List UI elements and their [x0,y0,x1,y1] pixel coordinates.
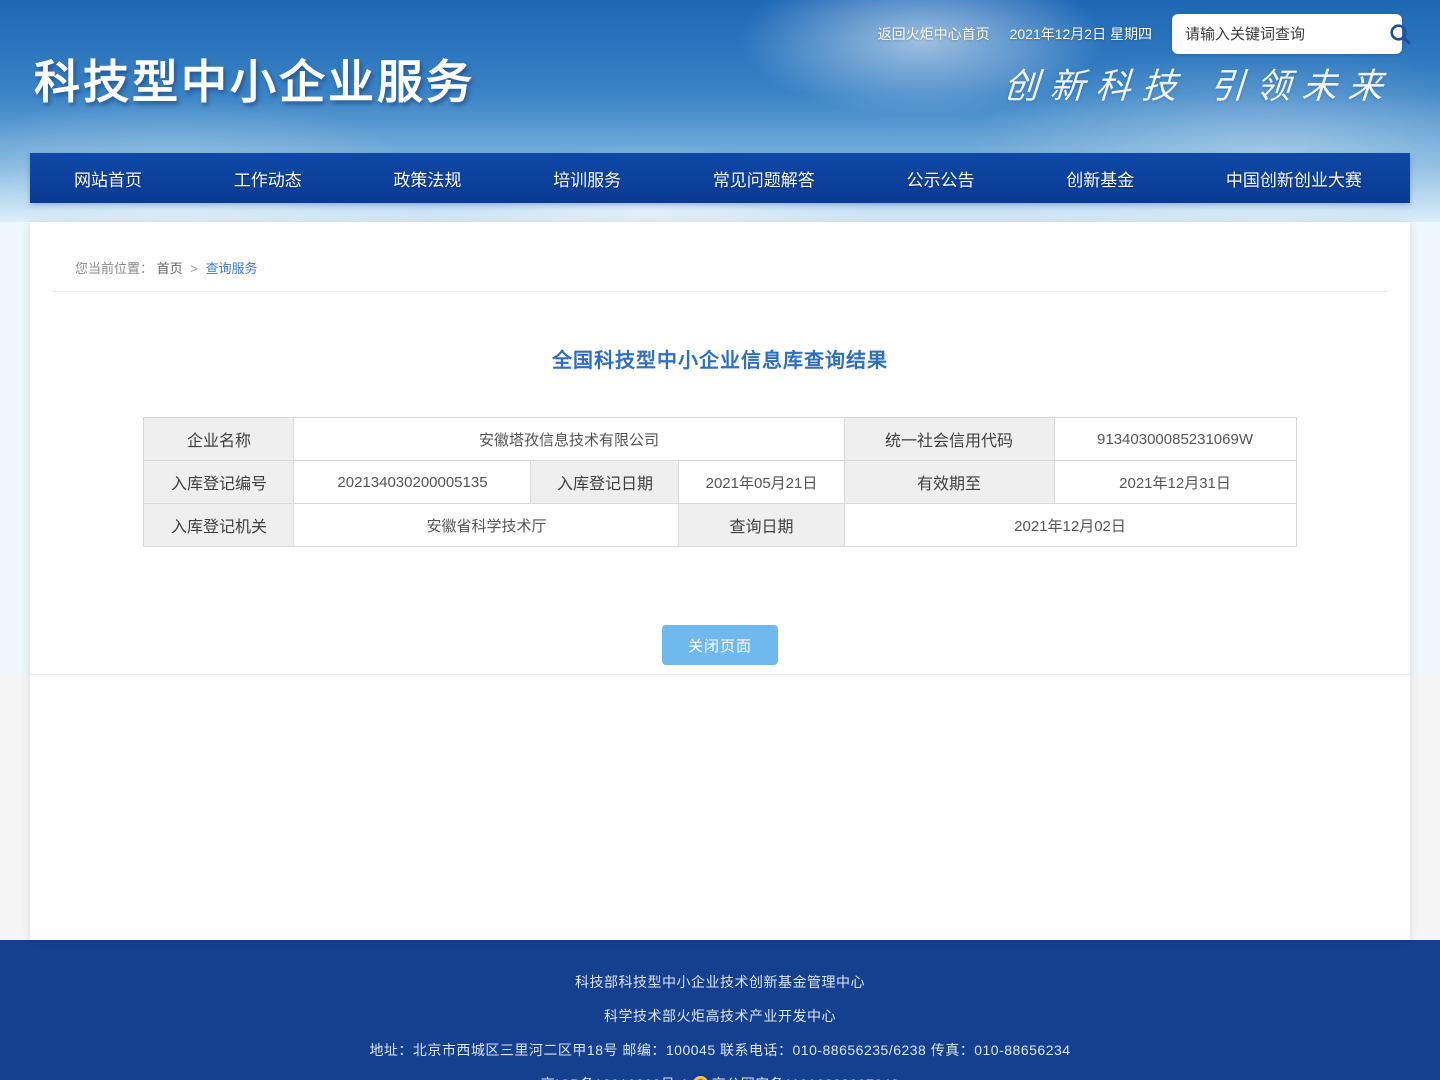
main-nav: 网站首页 工作动态 政策法规 培训服务 常见问题解答 公示公告 创新基金 中国创… [30,153,1410,203]
result-table: 企业名称 安徽塔孜信息技术有限公司 统一社会信用代码 9134030008523… [143,417,1296,547]
icp-record-link[interactable]: 京ICP备13019302号-1 [541,1074,689,1080]
slogan-text: 创新科技 引领未来 [1002,58,1396,109]
table-row: 企业名称 安徽塔孜信息技术有限公司 统一社会信用代码 9134030008523… [144,418,1296,461]
content-card: 您当前位置： 首页 > 查询服务 全国科技型中小企业信息库查询结果 企业名称 安… [30,222,1410,675]
nav-item-innovation-fund[interactable]: 创新基金 [1066,166,1134,191]
footer-icp-line: 京ICP备13019302号-1 京公网安备11010202007048 [0,1074,1440,1080]
top-utility-bar: 返回火炬中心首页 2021年12月2日 星期四 [878,14,1402,54]
police-badge-icon [693,1076,708,1080]
query-date-label: 查询日期 [679,504,844,547]
close-page-button[interactable]: 关闭页面 [662,625,778,665]
breadcrumb-separator: > [190,261,198,276]
page: 科技型中小企业服务 返回火炬中心首页 2021年12月2日 星期四 创新科技 引… [0,0,1440,1080]
company-name-value: 安徽塔孜信息技术有限公司 [294,418,844,461]
footer-org-line-1: 科技部科技型中小企业技术创新基金管理中心 [0,972,1440,992]
site-logo: 科技型中小企业服务 [34,46,475,112]
footer-org-line-2: 科学技术部火炬高技术产业开发中心 [0,1006,1440,1026]
footer-contact-line: 地址：北京市西城区三里河二区甲18号 邮编：100045 联系电话：010-88… [0,1040,1440,1060]
reg-authority-value: 安徽省科学技术厅 [294,504,679,547]
nav-item-competition[interactable]: 中国创新创业大赛 [1226,166,1362,191]
page-title: 全国科技型中小企业信息库查询结果 [30,344,1410,373]
site-footer: 科技部科技型中小企业技术创新基金管理中心 科学技术部火炬高技术产业开发中心 地址… [0,940,1440,1080]
nav-item-policies[interactable]: 政策法规 [393,166,461,191]
credit-code-label: 统一社会信用代码 [844,418,1054,461]
reg-number-value: 202134030200005135 [294,461,531,504]
search-input[interactable] [1172,26,1388,43]
content-wrapper: 您当前位置： 首页 > 查询服务 全国科技型中小企业信息库查询结果 企业名称 安… [30,222,1410,940]
current-date: 2021年12月2日 星期四 [1010,24,1152,44]
breadcrumb: 您当前位置： 首页 > 查询服务 [52,222,1388,292]
breadcrumb-home-link[interactable]: 首页 [157,261,183,276]
search-icon [1388,22,1412,46]
breadcrumb-current-link[interactable]: 查询服务 [206,261,258,276]
nav-item-faq[interactable]: 常见问题解答 [713,166,815,191]
table-row: 入库登记编号 202134030200005135 入库登记日期 2021年05… [144,461,1296,504]
reg-date-label: 入库登记日期 [531,461,679,504]
credit-code-value: 91340300085231069W [1054,418,1296,461]
nav-item-work-news[interactable]: 工作动态 [234,166,302,191]
psb-record-link[interactable]: 京公网安备11010202007048 [712,1074,899,1080]
back-to-torch-home-link[interactable]: 返回火炬中心首页 [878,24,990,44]
valid-until-value: 2021年12月31日 [1054,461,1296,504]
reg-authority-label: 入库登记机关 [144,504,294,547]
nav-item-training[interactable]: 培训服务 [553,166,621,191]
site-header: 科技型中小企业服务 返回火炬中心首页 2021年12月2日 星期四 创新科技 引… [0,0,1440,222]
nav-item-home[interactable]: 网站首页 [74,166,142,191]
reg-date-value: 2021年05月21日 [679,461,844,504]
reg-number-label: 入库登记编号 [144,461,294,504]
query-date-value: 2021年12月02日 [844,504,1296,547]
valid-until-label: 有效期至 [844,461,1054,504]
search-button[interactable] [1388,14,1412,54]
company-name-label: 企业名称 [144,418,294,461]
page-body: 您当前位置： 首页 > 查询服务 全国科技型中小企业信息库查询结果 企业名称 安… [0,222,1440,940]
table-row: 入库登记机关 安徽省科学技术厅 查询日期 2021年12月02日 [144,504,1296,547]
breadcrumb-prefix: 您当前位置： [75,261,153,276]
nav-item-announcements[interactable]: 公示公告 [907,166,975,191]
search-box [1172,14,1402,54]
